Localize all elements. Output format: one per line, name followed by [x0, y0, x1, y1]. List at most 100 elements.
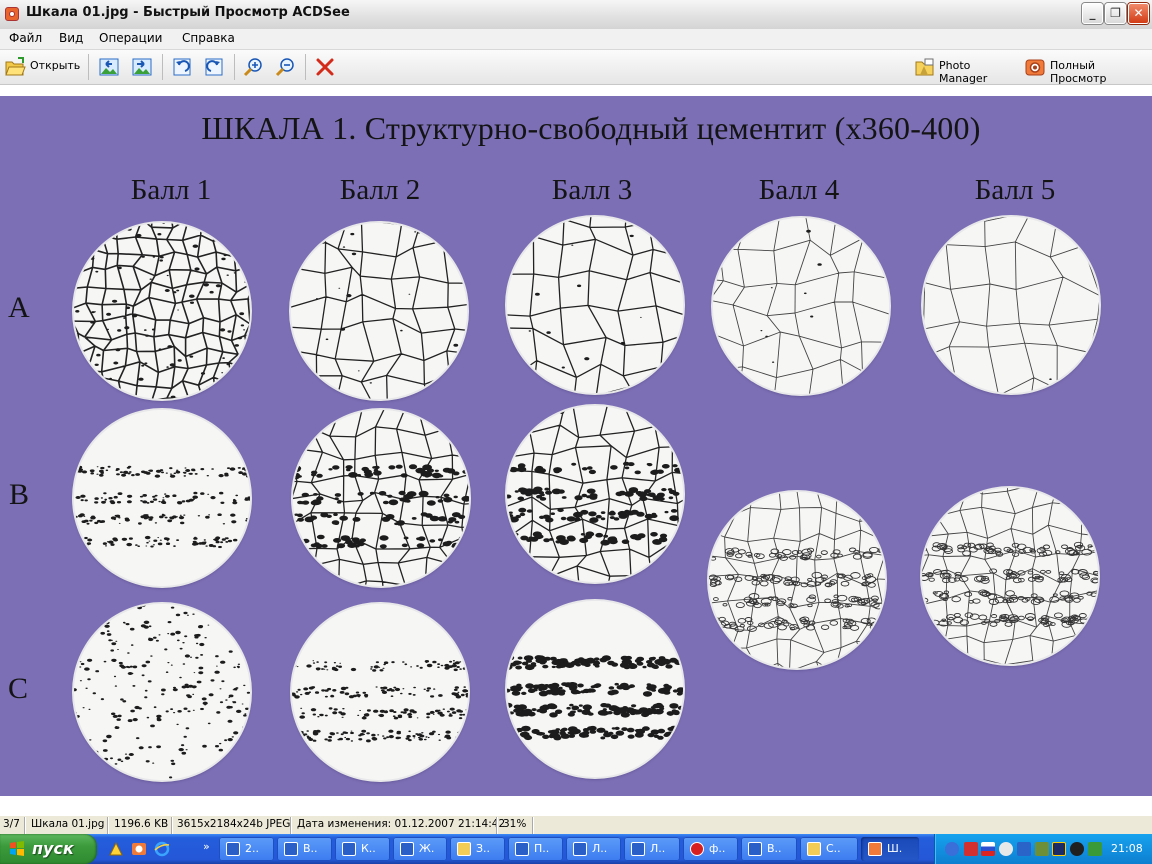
zoom-in-icon[interactable] — [243, 56, 265, 78]
micrograph-c1 — [74, 604, 250, 780]
menu-operations[interactable]: Операции — [99, 31, 162, 45]
status-zoom: 31% — [503, 818, 527, 830]
taskbar-button[interactable]: Ж. — [393, 837, 447, 861]
taskbar-button-label: Ж. — [419, 842, 435, 855]
quicklaunch-overflow-icon[interactable]: » — [203, 840, 210, 853]
taskbar-button[interactable]: П.. — [508, 837, 563, 861]
taskbar-button[interactable]: С.. — [800, 837, 858, 861]
row-label-c: С — [8, 672, 29, 705]
word-document-icon — [400, 842, 414, 856]
micrograph-texture — [291, 223, 467, 399]
quicklaunch-acdsee-icon[interactable] — [131, 841, 147, 857]
taskbar-button[interactable]: ф.. — [683, 837, 738, 861]
battery-icon[interactable] — [1035, 842, 1049, 856]
menu-view[interactable]: Вид — [59, 31, 83, 45]
viewer-margin — [0, 796, 1152, 815]
micrograph-texture — [507, 406, 683, 582]
start-button[interactable]: пуск — [0, 834, 97, 864]
status-separator — [290, 817, 292, 834]
status-filesize: 1196.6 KB — [114, 818, 169, 830]
taskbar-button[interactable]: 2.. — [219, 837, 274, 861]
taskbar-button-label: З.. — [476, 842, 491, 855]
scale-title: ШКАЛА 1. Структурно-свободный цементит (… — [201, 110, 981, 146]
open-icon — [5, 57, 26, 76]
micrograph-a2 — [291, 223, 467, 399]
word-document-icon — [748, 842, 762, 856]
prev-image-icon[interactable] — [98, 56, 120, 78]
restore-button[interactable]: ❐ — [1105, 3, 1126, 24]
media-icon[interactable] — [1017, 842, 1031, 856]
word-document-icon — [226, 842, 240, 856]
taskbar-button-label: Л.. — [650, 842, 666, 855]
word-document-icon — [342, 842, 356, 856]
minimize-button[interactable]: _ — [1082, 3, 1103, 24]
toolbar-separator — [305, 54, 306, 80]
photo-manager-button[interactable]: Photo Manager — [912, 53, 1016, 85]
taskbar-button[interactable]: К.. — [335, 837, 390, 861]
column-label-ball-4: Балл 4 — [758, 174, 840, 206]
clock: 21:08 — [1111, 842, 1143, 855]
disk-icon[interactable] — [1070, 842, 1084, 856]
app-tray-icon[interactable] — [1052, 842, 1066, 856]
micrograph-texture — [922, 488, 1098, 664]
row-label-a: А — [8, 291, 30, 324]
taskbar-button[interactable]: Л.. — [624, 837, 680, 861]
micrograph-texture — [293, 410, 469, 586]
toolbar: Открыть Photo Manager Полный Просмотр — [0, 50, 1152, 85]
taskbar-button[interactable]: Ш. — [861, 837, 919, 861]
taskbar-button[interactable]: В.. — [741, 837, 797, 861]
micrograph-texture — [292, 604, 468, 780]
rotate-right-icon[interactable] — [203, 56, 225, 78]
open-button[interactable]: Открыть — [3, 53, 81, 81]
word-document-icon — [515, 842, 529, 856]
taskbar: пуск » 2.. В.. К.. Ж. З.. П.. Л.. Л.. ф.. В.. С.. Ш… — [0, 834, 1152, 864]
close-button[interactable]: ✕ — [1128, 3, 1149, 24]
quicklaunch-ie-icon[interactable] — [154, 841, 170, 857]
security-icon[interactable] — [1088, 842, 1102, 856]
micrograph-a1 — [74, 223, 250, 399]
micrograph-texture — [74, 410, 250, 586]
menu-help[interactable]: Справка — [182, 31, 235, 45]
quicklaunch-app-icon[interactable] — [108, 841, 124, 857]
toolbar-separator — [88, 54, 89, 80]
taskbar-button-label: К.. — [361, 842, 376, 855]
taskbar-button[interactable]: З.. — [450, 837, 505, 861]
taskbar-button[interactable]: В.. — [277, 837, 332, 861]
taskbar-button[interactable]: Л.. — [566, 837, 621, 861]
open-label: Открыть — [30, 59, 81, 72]
delete-icon[interactable] — [314, 56, 336, 78]
micrograph-texture — [923, 217, 1099, 393]
micrograph-texture — [709, 492, 885, 668]
status-dimensions: 3615x2184x24b JPEG — [177, 818, 291, 830]
micrograph-a4 — [713, 218, 889, 394]
zoom-out-icon[interactable] — [275, 56, 297, 78]
word-document-icon — [573, 842, 587, 856]
antivirus-icon[interactable] — [964, 842, 978, 856]
micrograph-texture — [74, 223, 250, 399]
clock-app-icon[interactable] — [999, 842, 1013, 856]
full-view-button[interactable]: Полный Просмотр — [1022, 53, 1148, 85]
acdsee-app-icon[interactable] — [5, 7, 19, 21]
status-index: 3/7 — [3, 818, 20, 830]
taskbar-button-label: П.. — [534, 842, 550, 855]
taskbar-button-label: Л.. — [592, 842, 608, 855]
next-image-icon[interactable] — [131, 56, 153, 78]
windows-logo-icon — [10, 841, 24, 856]
column-label-ball-5: Балл 5 — [974, 174, 1056, 206]
viewer-margin — [0, 85, 1152, 96]
folder-icon — [457, 842, 471, 856]
acdsee-task-icon — [868, 842, 882, 856]
rotate-left-icon[interactable] — [171, 56, 193, 78]
menu-file[interactable]: Файл — [9, 31, 42, 45]
status-separator — [532, 817, 534, 834]
micrograph-texture — [713, 218, 889, 394]
network-icon[interactable] — [945, 842, 959, 856]
language-ru-icon[interactable] — [981, 842, 995, 856]
micrograph-b2 — [293, 410, 469, 586]
status-modified: Дата изменения: 01.12.2007 21:14:42 — [297, 818, 506, 830]
micrograph-texture — [507, 601, 683, 777]
image-viewport[interactable]: ШКАЛА 1. Структурно-свободный цементит (… — [0, 96, 1152, 796]
status-separator — [496, 817, 498, 834]
taskbar-button-label: ф.. — [709, 842, 726, 855]
micrograph-a3 — [507, 217, 683, 393]
